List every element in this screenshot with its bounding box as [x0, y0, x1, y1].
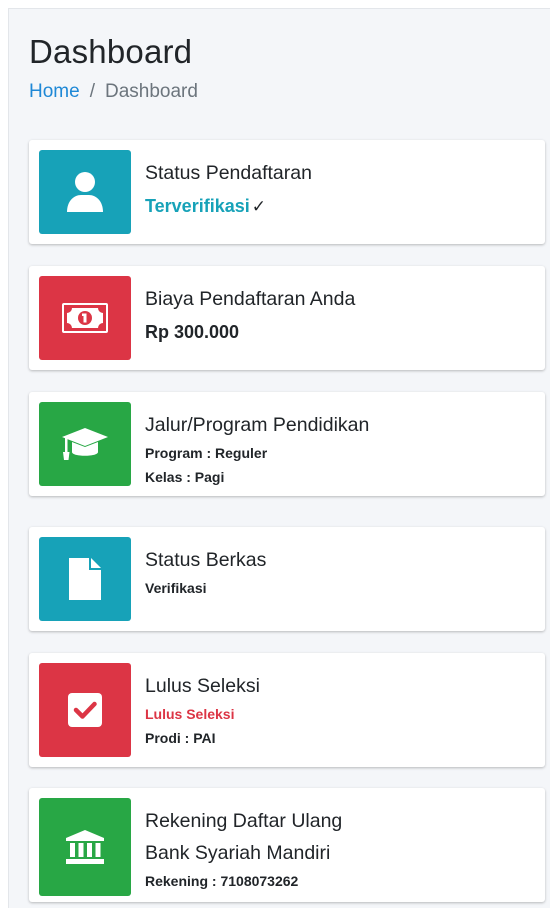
biaya-pendaftaran-card: Biaya Pendaftaran Anda Rp 300.000	[29, 266, 545, 370]
lulus-seleksi-card: Lulus Seleksi Lulus Seleksi Prodi : PAI	[29, 653, 545, 767]
biaya-pendaftaran-icon-box	[39, 276, 131, 360]
breadcrumb-home-link[interactable]: Home	[29, 81, 80, 103]
breadcrumb-separator: /	[89, 81, 95, 102]
status-pendaftaran-title: Status Pendaftaran	[145, 162, 312, 184]
jalur-program-title: Jalur/Program Pendidikan	[145, 414, 370, 436]
rekening-icon-box	[39, 798, 131, 896]
money-bill-icon	[62, 303, 108, 333]
status-pendaftaran-icon-box	[39, 150, 131, 234]
bank-name: Bank Syariah Mandiri	[145, 842, 331, 864]
lulus-seleksi-icon-box	[39, 663, 131, 757]
status-berkas-icon-box	[39, 537, 131, 621]
graduation-cap-icon	[60, 426, 110, 462]
jalur-program-card: Jalur/Program Pendidikan Program : Regul…	[29, 392, 545, 496]
lulus-seleksi-value: Lulus Seleksi	[145, 706, 235, 722]
rekening-daftar-ulang-card: Rekening Daftar Ulang Bank Syariah Mandi…	[29, 788, 545, 902]
jalur-program-icon-box	[39, 402, 131, 486]
breadcrumb: Home / Dashboard	[29, 81, 198, 103]
lulus-seleksi-title: Lulus Seleksi	[145, 675, 260, 697]
check-square-icon	[68, 693, 102, 727]
rekening-number: Rekening : 7108073262	[145, 873, 299, 889]
program-value: Program : Reguler	[145, 445, 268, 461]
file-icon	[69, 558, 101, 600]
bank-icon	[65, 829, 105, 865]
biaya-pendaftaran-title: Biaya Pendaftaran Anda	[145, 288, 356, 310]
breadcrumb-current: Dashboard	[104, 81, 198, 102]
check-icon: ✓	[251, 197, 266, 216]
content-wrapper: Dashboard Home / Dashboard Status Pendaf…	[8, 8, 550, 908]
status-berkas-value: Verifikasi	[145, 580, 207, 596]
status-pendaftaran-card: Status Pendaftaran Terverifikasi ✓	[29, 140, 545, 244]
kelas-value: Kelas : Pagi	[145, 469, 225, 485]
status-berkas-title: Status Berkas	[145, 549, 267, 571]
user-icon	[65, 171, 105, 213]
status-pendaftaran-value: Terverifikasi	[145, 196, 250, 216]
biaya-pendaftaran-value: Rp 300.000	[145, 322, 240, 342]
page-title: Dashboard	[29, 33, 193, 70]
prodi-value: Prodi : PAI	[145, 730, 216, 746]
status-berkas-card: Status Berkas Verifikasi	[29, 527, 545, 631]
rekening-title: Rekening Daftar Ulang	[145, 810, 343, 832]
